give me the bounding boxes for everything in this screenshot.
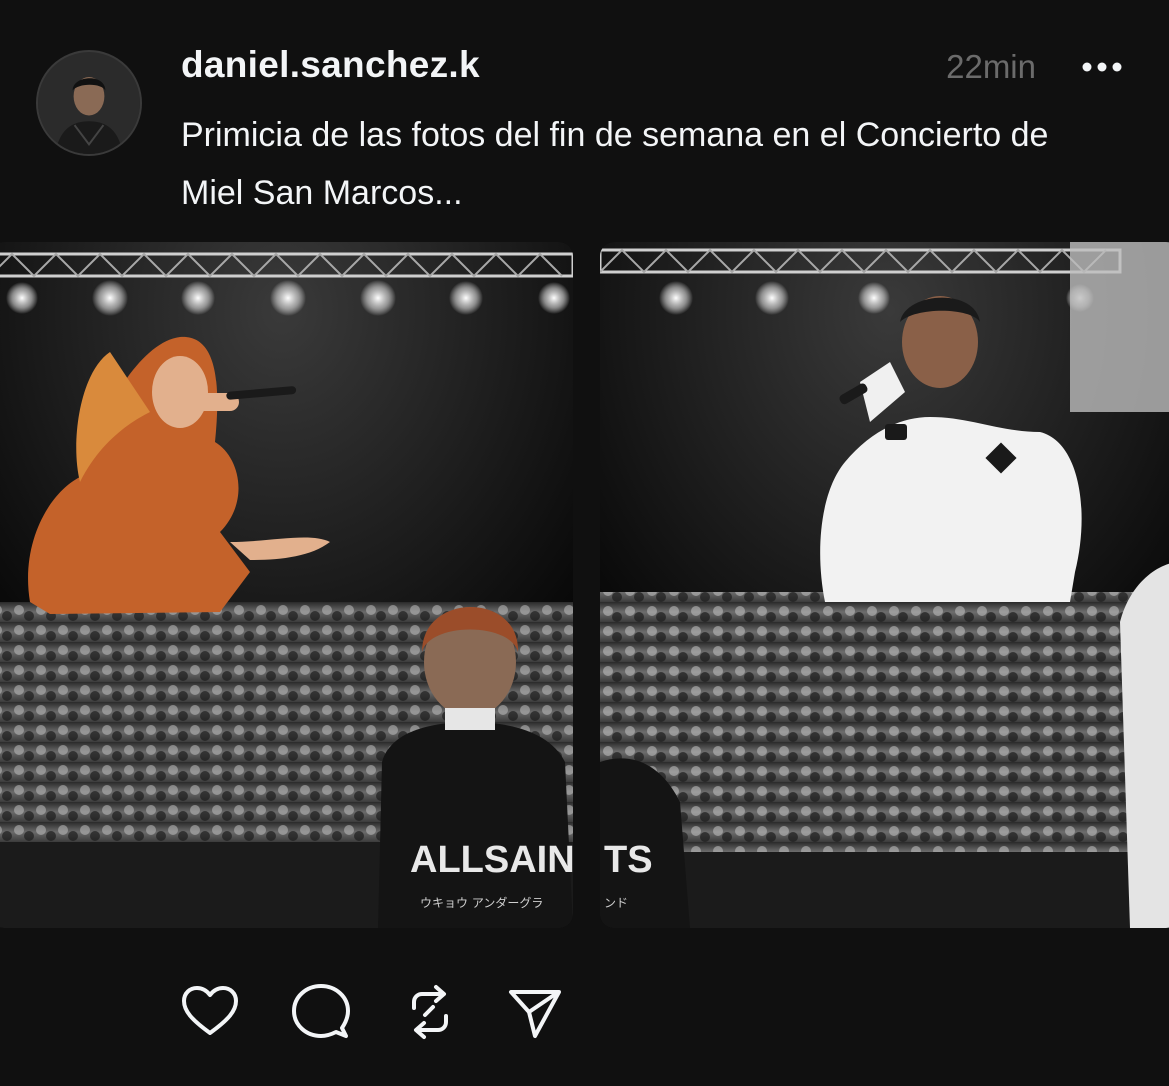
- comment-button[interactable]: [290, 982, 350, 1042]
- post-image-1[interactable]: ALLSAINTS ウキョウ アンダーグラ: [0, 242, 573, 928]
- shirt-subtext-2: ンド: [604, 896, 628, 910]
- post-image-2[interactable]: TS ンド: [600, 242, 1169, 928]
- shirt-text-1: ALLSAINTS: [410, 839, 573, 881]
- repost-button[interactable]: [400, 982, 460, 1042]
- send-icon: [509, 990, 561, 1038]
- heart-icon: [182, 986, 238, 1035]
- comment-bubble-icon: [292, 984, 350, 1038]
- avatar-image: [38, 52, 140, 154]
- avatar[interactable]: [36, 50, 142, 156]
- username[interactable]: daniel.sanchez.k: [181, 44, 480, 86]
- thread-post: daniel.sanchez.k 22min Primicia de las f…: [0, 0, 1169, 1086]
- repost-icon: [412, 985, 448, 1039]
- like-button[interactable]: [180, 982, 240, 1042]
- post-caption: Primicia de las fotos del fin de semana …: [181, 116, 1049, 212]
- shirt-text-2: TS: [604, 839, 653, 881]
- shirt-subtext-1: ウキョウ アンダーグラ: [420, 895, 543, 910]
- share-button[interactable]: [505, 982, 565, 1042]
- more-horizontal-icon[interactable]: [1082, 60, 1122, 74]
- timestamp: 22min: [946, 48, 1036, 85]
